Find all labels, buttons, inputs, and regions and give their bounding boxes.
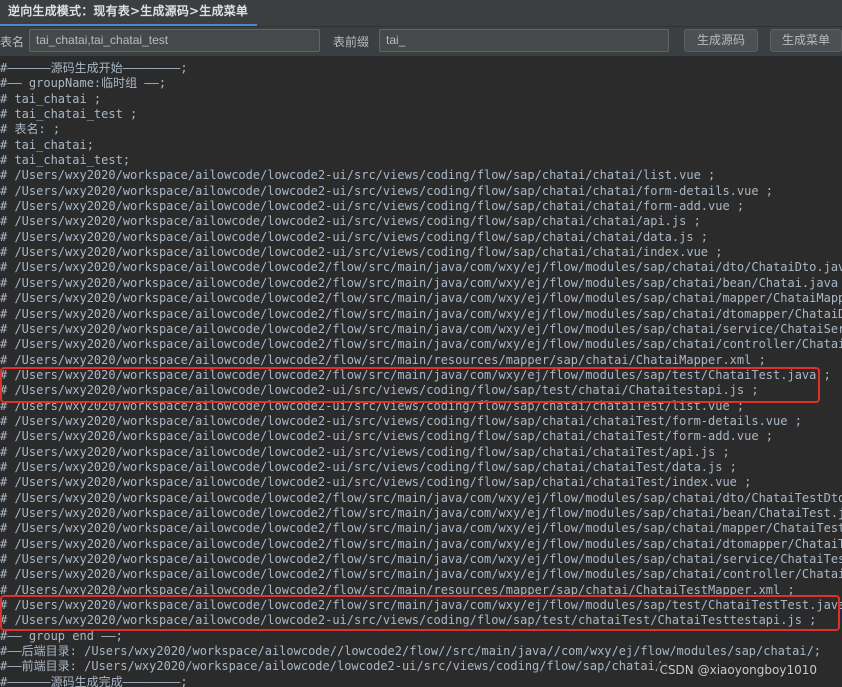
output-line: # /Users/wxy2020/workspace/ailowcode/low… — [0, 475, 752, 490]
output-line: # /Users/wxy2020/workspace/ailowcode/low… — [0, 275, 842, 290]
output-line: # /Users/wxy2020/workspace/ailowcode/low… — [0, 521, 842, 536]
output-line: # tai_chatai_test ; — [0, 107, 138, 122]
output-line: #——后端目录: /Users/wxy2020/workspace/ailowc… — [0, 644, 822, 659]
output-line: # 表名: ; — [0, 122, 61, 137]
table-prefix-label: 表前缀 — [333, 35, 370, 49]
output-line: #——————源码生成开始————————; — [0, 61, 188, 75]
output-line: # /Users/wxy2020/workspace/ailowcode/low… — [0, 505, 842, 520]
output-console[interactable]: #——————源码生成开始————————; #—— groupName:临时组 … — [0, 57, 842, 687]
output-line: # /Users/wxy2020/workspace/ailowcode/low… — [0, 536, 842, 551]
output-line: # /Users/wxy2020/workspace/ailowcode/low… — [0, 214, 701, 229]
code-generator-window: 逆向生成模式：现有表>生成源码>生成菜单 表名 tai_chatai,tai_c… — [0, 0, 842, 687]
output-line: # /Users/wxy2020/workspace/ailowcode/low… — [0, 383, 759, 398]
table-name-input[interactable]: tai_chatai,tai_chatai_test — [29, 29, 320, 52]
output-line: #—— group end ——; — [0, 628, 123, 643]
table-prefix-input[interactable]: tai_ — [379, 29, 669, 52]
tab-bar: 逆向生成模式：现有表>生成源码>生成菜单 — [0, 0, 842, 27]
output-line: # /Users/wxy2020/workspace/ailowcode/low… — [0, 199, 745, 214]
output-line: # /Users/wxy2020/workspace/ailowcode/low… — [0, 245, 723, 260]
output-line: # /Users/wxy2020/workspace/ailowcode/low… — [0, 291, 842, 306]
output-lines: #——————源码生成开始————————; #—— groupName:临时组 … — [0, 61, 842, 687]
output-line: # tai_chatai_test; — [0, 153, 131, 168]
generate-menu-button[interactable]: 生成菜单 — [770, 29, 842, 52]
tab-reverse-generation-mode[interactable]: 逆向生成模式：现有表>生成源码>生成菜单 — [0, 0, 258, 26]
output-line: # /Users/wxy2020/workspace/ailowcode/low… — [0, 183, 774, 198]
output-line: # /Users/wxy2020/workspace/ailowcode/low… — [0, 168, 716, 183]
output-line: # /Users/wxy2020/workspace/ailowcode/low… — [0, 306, 842, 321]
output-line: # tai_chatai; — [0, 137, 94, 152]
output-line: # /Users/wxy2020/workspace/ailowcode/low… — [0, 444, 730, 459]
output-line: # /Users/wxy2020/workspace/ailowcode/low… — [0, 352, 766, 367]
generate-source-button[interactable]: 生成源码 — [684, 29, 758, 52]
output-line: # /Users/wxy2020/workspace/ailowcode/low… — [0, 552, 842, 566]
generator-form: 表名 tai_chatai,tai_chatai_test 表前缀 tai_ 生… — [0, 27, 842, 56]
output-line: # /Users/wxy2020/workspace/ailowcode/low… — [0, 367, 831, 382]
output-line: # /Users/wxy2020/workspace/ailowcode/low… — [0, 413, 802, 428]
output-line: # /Users/wxy2020/workspace/ailowcode/low… — [0, 337, 842, 352]
output-line: # tai_chatai ; — [0, 91, 102, 106]
output-line: # /Users/wxy2020/workspace/ailowcode/low… — [0, 229, 709, 244]
output-line: # /Users/wxy2020/workspace/ailowcode/low… — [0, 490, 842, 505]
output-line: # /Users/wxy2020/workspace/ailowcode/low… — [0, 582, 795, 597]
output-line: # /Users/wxy2020/workspace/ailowcode/low… — [0, 398, 745, 413]
output-line: # /Users/wxy2020/workspace/ailowcode/low… — [0, 459, 737, 474]
output-line: # /Users/wxy2020/workspace/ailowcode/low… — [0, 429, 774, 444]
table-name-label: 表名 — [0, 35, 25, 49]
output-line: # /Users/wxy2020/workspace/ailowcode/low… — [0, 567, 842, 582]
output-line: # /Users/wxy2020/workspace/ailowcode/low… — [0, 321, 842, 336]
output-line: # /Users/wxy2020/workspace/ailowcode/low… — [0, 598, 842, 613]
output-line: # /Users/wxy2020/workspace/ailowcode/low… — [0, 260, 842, 275]
watermark: CSDN @xiaoyongboy1010 — [656, 663, 820, 677]
output-line: #—— groupName:临时组 ——; — [0, 76, 167, 91]
output-line: # /Users/wxy2020/workspace/ailowcode/low… — [0, 613, 817, 628]
